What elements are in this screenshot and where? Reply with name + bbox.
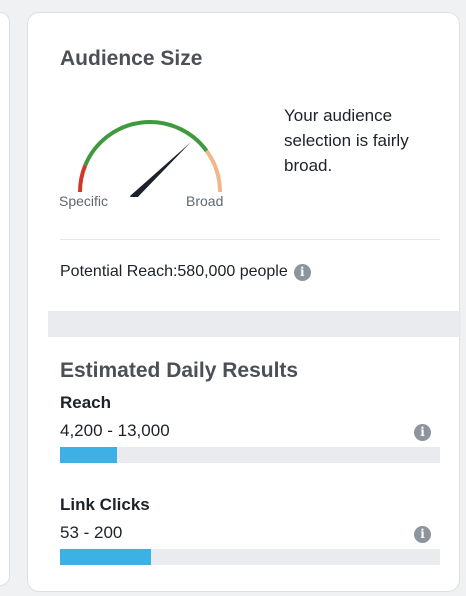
audience-gauge <box>77 120 222 197</box>
info-icon[interactable]: i <box>414 424 431 441</box>
reach-bar <box>60 447 440 463</box>
link-clicks-bar-fill <box>60 549 152 565</box>
audience-card: Audience Size Specific Broad Your audien… <box>27 12 461 592</box>
divider <box>60 239 440 240</box>
gauge-specific-label: Specific <box>59 193 109 209</box>
potential-reach-text: Potential Reach:580,000 people <box>60 263 288 280</box>
section-separator <box>48 311 461 337</box>
link-clicks-bar <box>60 549 440 565</box>
potential-reach: Potential Reach:580,000 people i <box>60 263 311 281</box>
gauge-broad-label: Broad <box>186 193 224 209</box>
info-icon[interactable]: i <box>414 526 431 543</box>
audience-description: Your audience selection is fairly broad. <box>284 106 409 175</box>
reach-label: Reach <box>60 393 112 412</box>
gauge-arc-broad <box>204 149 222 193</box>
reach-range: 4,200 - 13,000 <box>60 421 170 440</box>
left-panel <box>0 12 10 586</box>
link-clicks-range: 53 - 200 <box>60 523 123 542</box>
gauge-needle <box>130 142 191 197</box>
estimated-daily-results-title: Estimated Daily Results <box>60 359 299 382</box>
reach-bar-fill <box>60 447 117 463</box>
link-clicks-label: Link Clicks <box>60 495 150 514</box>
gauge-arc-specific <box>77 164 88 193</box>
info-icon[interactable]: i <box>293 263 311 281</box>
gauge-arc-middle <box>83 120 209 166</box>
audience-size-title: Audience Size <box>60 47 203 70</box>
